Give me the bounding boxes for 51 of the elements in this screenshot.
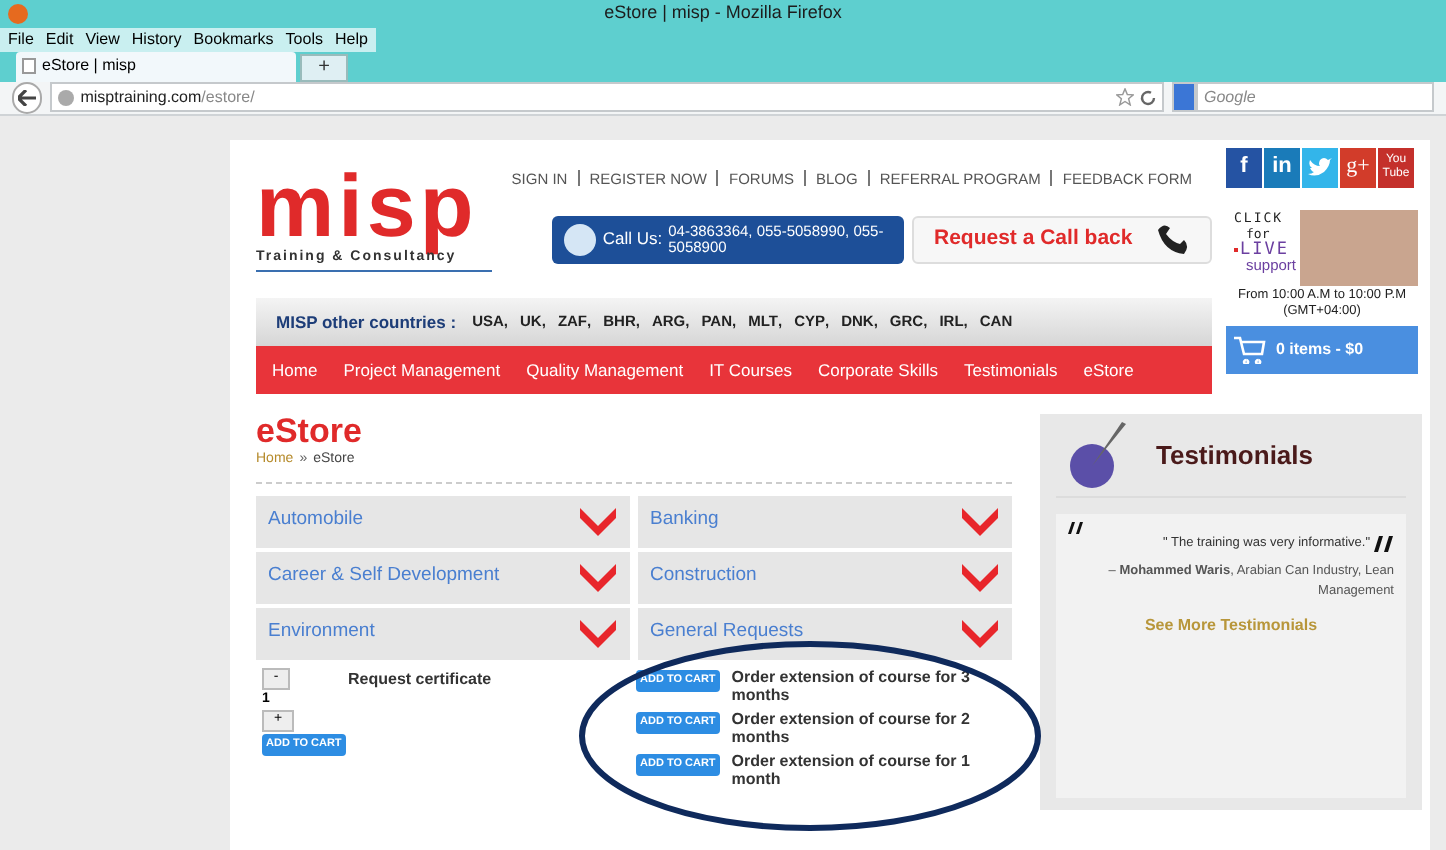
nav-link[interactable]: IT Courses — [709, 357, 792, 383]
browser-tab[interactable]: eStore | misp — [16, 51, 296, 81]
chevron-down-icon[interactable] — [578, 617, 618, 649]
chevron-down-icon[interactable] — [960, 561, 1000, 593]
back-arrow-icon — [18, 89, 37, 105]
search-engine-icon[interactable] — [1172, 82, 1196, 112]
nav-link[interactable]: Testimonials — [963, 357, 1058, 383]
new-tab-button[interactable]: + — [300, 53, 348, 81]
nav-link[interactable]: Project Management — [343, 357, 501, 383]
menu-item[interactable]: Bookmarks — [193, 27, 274, 51]
chevron-down-icon[interactable] — [960, 505, 1000, 537]
nav-link[interactable]: eStore — [1083, 357, 1134, 383]
telephone-handset-icon — [1154, 221, 1190, 258]
menu-item[interactable]: Tools — [285, 27, 323, 51]
nav-link[interactable]: Quality Management — [526, 357, 684, 383]
page-title: eStore — [256, 414, 364, 450]
reload-icon[interactable] — [1140, 89, 1156, 105]
quote-mark-icon — [1068, 522, 1084, 534]
page-icon — [22, 58, 36, 74]
facebook-icon[interactable]: f — [1226, 147, 1262, 187]
menu-item[interactable]: Help — [334, 27, 368, 51]
star-icon[interactable] — [1116, 88, 1134, 106]
firefox-logo-icon — [8, 3, 28, 24]
twitter-bird-icon[interactable] — [1302, 147, 1338, 187]
linkedin-icon[interactable]: in — [1264, 147, 1300, 187]
request-callback-button[interactable]: Request a Call back — [912, 215, 1212, 264]
search-field[interactable]: Google — [1196, 82, 1434, 112]
testimonials-title: Testimonials — [1156, 437, 1314, 474]
call-us-label: Call Us: — [602, 226, 663, 253]
back-button[interactable] — [12, 81, 43, 113]
quote-mark-icon — [1374, 535, 1394, 552]
menu-item[interactable]: File — [8, 27, 34, 51]
googleplus-icon[interactable]: g+ — [1340, 147, 1376, 187]
ink-pot-quill-icon — [1068, 421, 1128, 489]
globe-icon — [58, 89, 75, 105]
product-name: Order extension of course for 2 months — [731, 709, 972, 745]
window-title: eStore | misp - Mozilla Firefox — [604, 0, 842, 26]
address-field[interactable]: misptraining.com/estore/ — [50, 82, 1164, 112]
nav-link[interactable]: Home — [272, 357, 318, 383]
product-name: Request certificate — [348, 667, 492, 692]
menu-item[interactable]: View — [85, 27, 120, 51]
nav-link[interactable]: Corporate Skills — [817, 357, 938, 383]
menu-item[interactable]: Edit — [45, 27, 74, 51]
product-name: Order extension of course for 1 month — [731, 751, 972, 787]
shopping-cart-icon — [1234, 335, 1266, 363]
menu-item[interactable]: History — [131, 27, 182, 51]
chevron-down-icon[interactable] — [960, 617, 1000, 649]
photo-placeholder — [1300, 209, 1418, 285]
chevron-down-icon[interactable] — [578, 505, 618, 537]
chevron-down-icon[interactable] — [578, 561, 618, 593]
phone-icon — [564, 223, 597, 256]
